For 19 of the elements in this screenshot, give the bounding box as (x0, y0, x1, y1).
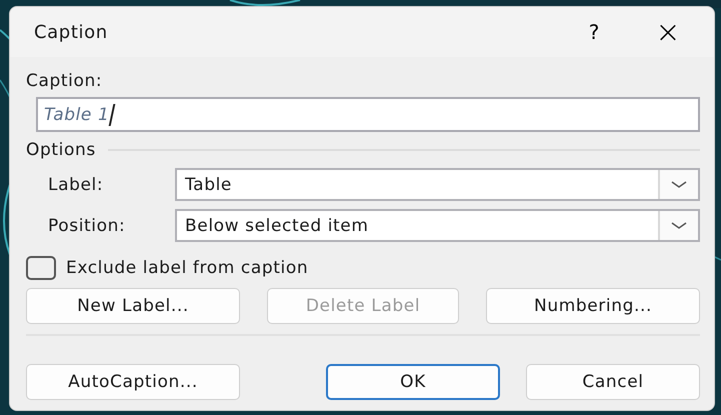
chevron-icon (658, 170, 698, 199)
field-label: Label: (48, 174, 104, 194)
close-button[interactable]: × (638, 12, 698, 52)
dropdown[interactable]: Below selected item (175, 209, 700, 242)
checkbox-label: Exclude label from caption (66, 258, 308, 278)
chevron-icon (658, 211, 698, 240)
checkbox[interactable] (26, 256, 56, 280)
dialog-button[interactable]: OK (326, 364, 500, 400)
field-label: Position: (48, 216, 126, 236)
options-heading: Options (26, 140, 96, 160)
caption-field[interactable]: Table 1 (36, 97, 700, 132)
label-button[interactable]: Numbering... (486, 288, 700, 324)
dialog-button[interactable]: AutoCaption... (26, 364, 240, 400)
dropdown[interactable]: Table (175, 168, 700, 201)
help-button[interactable]: ? (564, 12, 624, 52)
dialog-button[interactable]: Cancel (526, 364, 700, 400)
caption-label: Caption: (26, 71, 104, 91)
window-title: Caption (34, 22, 109, 42)
label-button[interactable]: New Label... (26, 288, 240, 324)
